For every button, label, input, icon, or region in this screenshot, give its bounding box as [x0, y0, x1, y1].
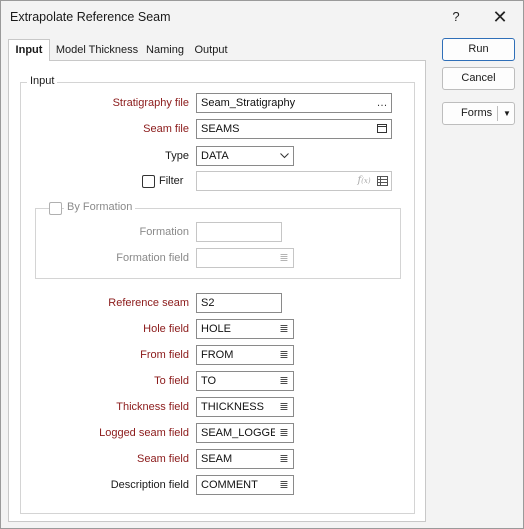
to-field-input[interactable]: TO ≣	[196, 371, 294, 391]
browse-icon[interactable]: …	[373, 94, 391, 112]
list-icon[interactable]: ≣	[275, 372, 293, 390]
formation-field-input[interactable]: ≣	[196, 248, 294, 268]
type-label: Type	[165, 150, 189, 162]
list-icon[interactable]: ≣	[275, 424, 293, 442]
title-bar: Extrapolate Reference Seam ? ✕	[1, 1, 523, 33]
window-icon[interactable]	[373, 120, 391, 138]
description-field-label: Description field	[110, 479, 189, 491]
input-tab-panel: Input Stratigraphy file Seam_Stratigraph…	[8, 60, 426, 522]
run-button[interactable]: Run	[442, 38, 515, 61]
logged-seam-field-value: SEAM_LOGGED	[201, 427, 286, 439]
stratigraphy-file-label: Stratigraphy file	[112, 97, 189, 109]
from-field-value: FROM	[201, 349, 234, 361]
list-icon[interactable]: ≣	[275, 476, 293, 494]
by-formation-legend: By Formation	[64, 201, 136, 213]
seam-file-field[interactable]: SEAMS	[196, 119, 392, 139]
tab-output[interactable]: Output	[189, 41, 233, 60]
reference-seam-field[interactable]: S2	[196, 293, 282, 313]
filter-checkbox[interactable]	[142, 175, 155, 188]
forms-button[interactable]: Forms ▼	[442, 102, 515, 125]
seam-field-input[interactable]: SEAM ≣	[196, 449, 294, 469]
tab-model-thickness[interactable]: Model Thickness	[52, 41, 142, 60]
to-field-value: TO	[201, 375, 217, 387]
tab-naming[interactable]: Naming	[144, 41, 186, 60]
filter-label: Filter	[159, 175, 184, 187]
thickness-field-value: THICKNESS	[201, 401, 264, 413]
seam-file-value: SEAMS	[201, 123, 240, 135]
formation-field[interactable]	[196, 222, 282, 242]
hole-field-input[interactable]: HOLE ≣	[196, 319, 294, 339]
seam-field-label: Seam field	[137, 453, 189, 465]
description-field-input[interactable]: COMMENT ≣	[196, 475, 294, 495]
logged-seam-field-input[interactable]: SEAM_LOGGED ≣	[196, 423, 294, 443]
logged-seam-field-label: Logged seam field	[99, 427, 189, 439]
list-icon[interactable]: ≣	[275, 450, 293, 468]
stratigraphy-file-value: Seam_Stratigraphy	[201, 97, 296, 109]
thickness-field-input[interactable]: THICKNESS ≣	[196, 397, 294, 417]
function-icon[interactable]: f(x)	[355, 172, 373, 190]
window-title: Extrapolate Reference Seam	[10, 10, 171, 24]
grid-icon[interactable]	[373, 172, 391, 190]
forms-button-label: Forms	[461, 107, 493, 119]
description-field-value: COMMENT	[201, 479, 258, 491]
filter-field[interactable]: f(x)	[196, 171, 392, 191]
type-value: DATA	[201, 150, 229, 162]
reference-seam-value: S2	[201, 297, 215, 309]
to-field-label: To field	[154, 375, 189, 387]
list-icon[interactable]: ≣	[275, 346, 293, 364]
by-formation-checkbox[interactable]	[49, 202, 62, 215]
list-icon[interactable]: ≣	[275, 398, 293, 416]
seam-file-label: Seam file	[143, 123, 189, 135]
from-field-label: From field	[140, 349, 189, 361]
list-icon[interactable]: ≣	[275, 249, 293, 267]
thickness-field-label: Thickness field	[116, 401, 189, 413]
input-group-legend: Input	[27, 75, 58, 87]
hole-field-value: HOLE	[201, 323, 231, 335]
hole-field-label: Hole field	[143, 323, 189, 335]
from-field-input[interactable]: FROM ≣	[196, 345, 294, 365]
help-button[interactable]: ?	[443, 7, 469, 27]
chevron-down-icon	[280, 147, 289, 165]
forms-divider	[497, 106, 498, 121]
cancel-button[interactable]: Cancel	[442, 67, 515, 90]
reference-seam-label: Reference seam	[108, 297, 189, 309]
formation-label: Formation	[139, 226, 189, 238]
by-formation-group: By Formation	[35, 201, 401, 279]
type-select[interactable]: DATA	[196, 146, 294, 166]
dialog-window: Extrapolate Reference Seam ? ✕ Input Mod…	[0, 0, 524, 529]
list-icon[interactable]: ≣	[275, 320, 293, 338]
formation-field-label: Formation field	[116, 252, 189, 264]
seam-field-value: SEAM	[201, 453, 233, 465]
close-button[interactable]: ✕	[487, 7, 513, 27]
chevron-down-icon[interactable]: ▼	[501, 103, 513, 124]
stratigraphy-file-field[interactable]: Seam_Stratigraphy …	[196, 93, 392, 113]
tab-input[interactable]: Input	[8, 39, 50, 61]
